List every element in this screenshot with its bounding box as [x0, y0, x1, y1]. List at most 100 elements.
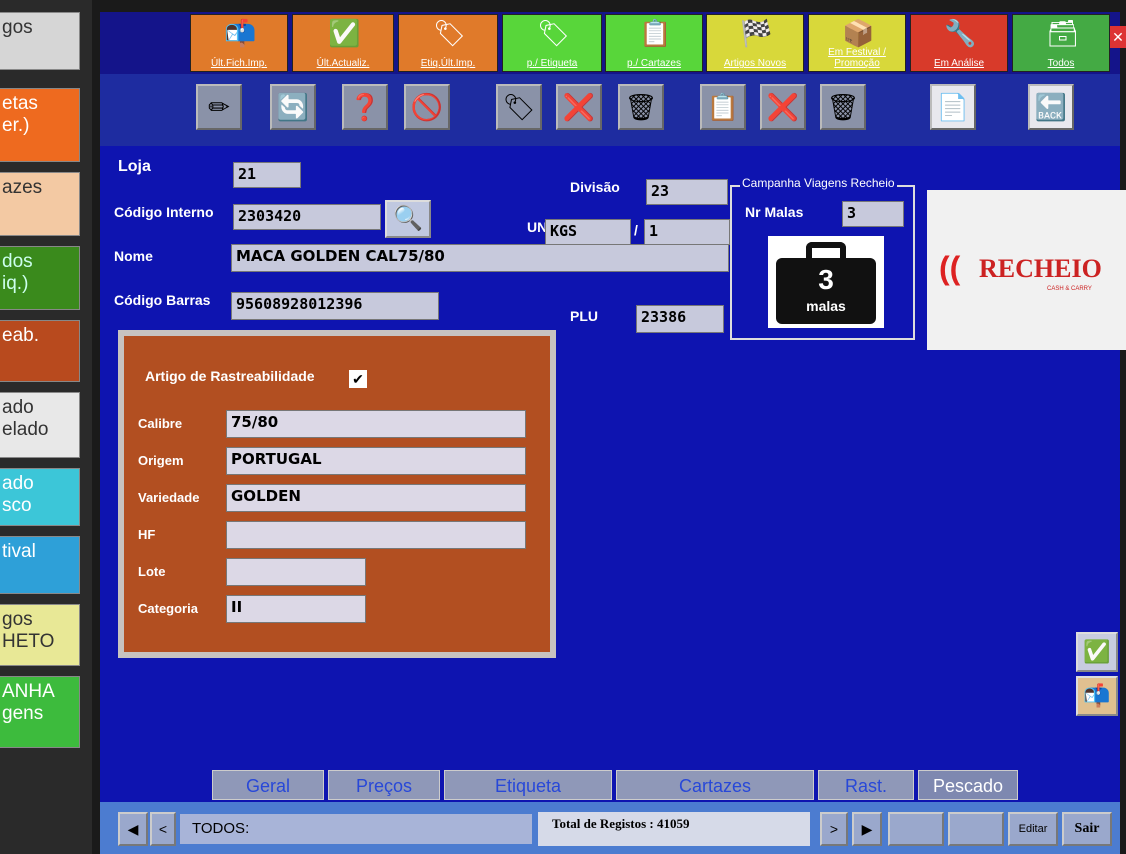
- filter-button-label: p./ Cartazes: [627, 58, 681, 69]
- trace-field-3[interactable]: [226, 521, 526, 549]
- trace-field-5[interactable]: II: [226, 595, 366, 623]
- un-qty-field[interactable]: 1: [644, 219, 730, 245]
- first-record-icon[interactable]: ◀: [118, 812, 148, 846]
- nr-malas-label: Nr Malas: [745, 204, 804, 220]
- poster-icon[interactable]: 📋: [700, 84, 746, 130]
- filter-button-4[interactable]: 📋 p./ Cartazes: [605, 14, 703, 72]
- plu-label: PLU: [570, 308, 598, 324]
- help-icon[interactable]: ❓: [342, 84, 388, 130]
- trace-label-1: Origem: [138, 453, 184, 468]
- loja-label: Loja: [118, 158, 151, 175]
- tab-1[interactable]: Preços: [328, 770, 440, 800]
- edit-icon[interactable]: ✏: [196, 84, 242, 130]
- nome-field[interactable]: MACA GOLDEN CAL75/80: [231, 244, 729, 272]
- suitcase-number: 3: [818, 264, 834, 295]
- search-icon[interactable]: 🔍: [385, 200, 431, 238]
- edit-button[interactable]: Editar: [1008, 812, 1058, 846]
- filter-button-8-icon: 🗃: [1046, 18, 1080, 48]
- filter-button-6[interactable]: 📦 Em Festival / Promoção: [808, 14, 906, 72]
- filter-button-label: Últ.Fich.Imp.: [210, 58, 268, 69]
- plu-field[interactable]: 23386: [636, 305, 724, 333]
- back-icon[interactable]: 🔙: [1028, 84, 1074, 130]
- sidebar-item-1[interactable]: etas er.): [0, 88, 80, 162]
- filter-button-0[interactable]: 📬 Últ.Fich.Imp.: [190, 14, 288, 72]
- sidebar-item-4[interactable]: eab.: [0, 320, 80, 382]
- tab-2[interactable]: Etiqueta: [444, 770, 612, 800]
- recheio-logo: (( RECHEIO CASH & CARRY: [927, 190, 1126, 350]
- un-slash: /: [634, 222, 638, 238]
- tab-3[interactable]: Cartazes: [616, 770, 814, 800]
- sidebar-item-7[interactable]: tival: [0, 536, 80, 594]
- delete-label-icon[interactable]: ❌: [556, 84, 602, 130]
- filter-button-0-icon: 📬: [224, 18, 257, 48]
- nr-malas-field[interactable]: 3: [842, 201, 904, 227]
- divisao-label: Divisão: [570, 179, 620, 195]
- tab-5[interactable]: Pescado: [918, 770, 1018, 800]
- tab-4[interactable]: Rast.: [818, 770, 914, 800]
- filter-button-7[interactable]: 🔧 Em Análise: [910, 14, 1008, 72]
- exit-button[interactable]: Sair: [1062, 812, 1112, 846]
- filter-button-label: Em Festival / Promoção: [828, 47, 886, 69]
- codigo-interno-field[interactable]: 2303420: [233, 204, 381, 230]
- close-icon[interactable]: ✕: [1110, 26, 1126, 48]
- filter-button-1-icon: ✅: [328, 18, 361, 48]
- delete-poster-icon[interactable]: ❌: [760, 84, 806, 130]
- filter-button-label: Etiq.Últ.Imp.: [420, 58, 476, 69]
- trash-2-icon[interactable]: 🗑: [820, 84, 866, 130]
- sidebar-item-3[interactable]: dos iq.): [0, 246, 80, 310]
- campaign-title: Campanha Viagens Recheio: [740, 176, 897, 190]
- filter-button-label: Últ.Actualiz.: [316, 58, 370, 69]
- last-record-icon[interactable]: ▶: [852, 812, 882, 846]
- sidebar-item-9[interactable]: ANHA gens: [0, 676, 80, 748]
- remove-icon[interactable]: 🚫: [404, 84, 450, 130]
- suitcase-text: malas: [806, 298, 846, 314]
- un-field[interactable]: KGS: [545, 219, 631, 245]
- filter-button-label: Artigos Novos: [723, 58, 787, 69]
- logo-text: RECHEIO: [979, 254, 1102, 283]
- filter-button-label: p./ Etiqueta: [526, 58, 578, 69]
- divisao-field[interactable]: 23: [646, 179, 728, 205]
- sidebar-item-8[interactable]: gos HETO: [0, 604, 80, 666]
- document-icon[interactable]: 📄: [930, 84, 976, 130]
- filter-button-3[interactable]: 🏷 p./ Etiqueta: [502, 14, 602, 72]
- sidebar-item-2[interactable]: azes: [0, 172, 80, 236]
- suitcase-icon: 3 malas: [768, 236, 884, 328]
- trace-checkbox[interactable]: ✔: [349, 370, 367, 388]
- delete-button[interactable]: [948, 812, 1004, 846]
- trace-title: Artigo de Rastreabilidade: [145, 368, 315, 384]
- logo-chevron-icon: ((: [939, 250, 961, 286]
- codigo-barras-field[interactable]: 95608928012396: [231, 292, 439, 320]
- sidebar-item-0[interactable]: gos: [0, 12, 80, 70]
- new-button[interactable]: [888, 812, 944, 846]
- trash-icon[interactable]: 🗑: [618, 84, 664, 130]
- trace-label-5: Categoria: [138, 601, 198, 616]
- next-record-icon[interactable]: >: [820, 812, 848, 846]
- trace-field-0[interactable]: 75/80: [226, 410, 526, 438]
- trace-field-2[interactable]: GOLDEN: [226, 484, 526, 512]
- filter-field[interactable]: TODOS:: [180, 814, 532, 844]
- nome-label: Nome: [114, 248, 153, 264]
- filter-button-5-icon: 🏁: [740, 18, 773, 48]
- filter-button-label: Todos: [1047, 58, 1075, 69]
- label-icon[interactable]: 🏷: [496, 84, 542, 130]
- trace-field-4[interactable]: [226, 558, 366, 586]
- sidebar-item-5[interactable]: ado elado: [0, 392, 80, 458]
- trace-label-4: Lote: [138, 564, 166, 579]
- trace-field-1[interactable]: PORTUGAL: [226, 447, 526, 475]
- filter-button-4-icon: 📋: [639, 18, 672, 48]
- filter-button-label: Em Análise: [933, 58, 985, 69]
- previous-record-icon[interactable]: <: [150, 812, 176, 846]
- filter-button-1[interactable]: ✅ Últ.Actualiz.: [292, 14, 394, 72]
- trace-label-0: Calibre: [138, 416, 183, 431]
- logo-sub: CASH & CARRY: [1047, 286, 1092, 292]
- sidebar-item-6[interactable]: ado sco: [0, 468, 80, 526]
- refresh-icon[interactable]: 🔄: [270, 84, 316, 130]
- filter-button-8[interactable]: 🗃 Todos: [1012, 14, 1110, 72]
- filter-button-5[interactable]: 🏁 Artigos Novos: [706, 14, 804, 72]
- confirm-icon[interactable]: ✅: [1076, 632, 1118, 672]
- filter-button-2[interactable]: 🏷 Etiq.Últ.Imp.: [398, 14, 498, 72]
- mailbox-icon[interactable]: 📬: [1076, 676, 1118, 716]
- filter-button-3-icon: 🏷: [537, 18, 571, 48]
- tab-0[interactable]: Geral: [212, 770, 324, 800]
- loja-field[interactable]: 21: [233, 162, 301, 188]
